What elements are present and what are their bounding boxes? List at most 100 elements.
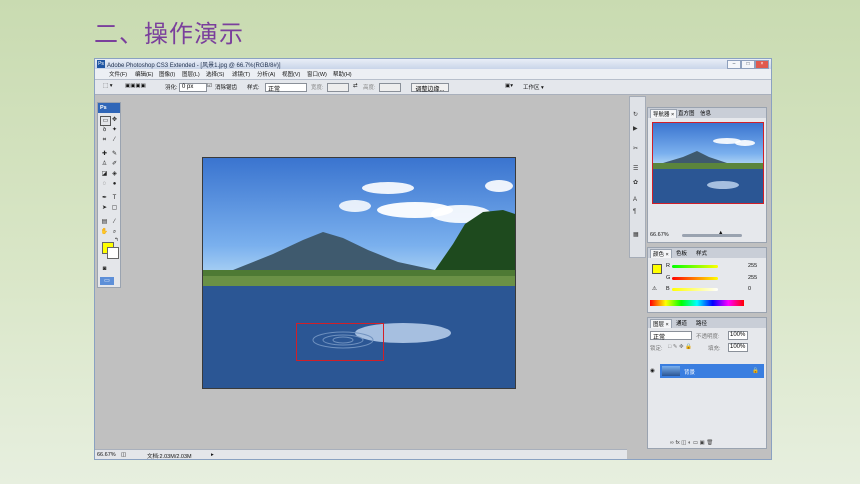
maximize-button[interactable]: □ [741,60,755,69]
tab-layers[interactable]: 图层 × [650,319,672,328]
eyedropper-icon[interactable]: ⁄ [110,136,119,144]
navigator-thumbnail[interactable] [652,122,764,204]
navigator-zoom[interactable]: 66.67% [650,232,669,238]
healing-icon[interactable]: ✚ [100,150,109,158]
color-spectrum-bar[interactable] [650,300,744,306]
dodge-icon[interactable]: ● [110,180,119,188]
color-tabs: 颜色 × 色板 样式 [648,248,766,258]
eraser-icon[interactable]: ◪ [100,170,109,178]
character-icon[interactable]: A [633,197,637,203]
navigator-slider-thumb-icon[interactable]: ▲ [718,230,723,236]
navigator-panel: 导航器 × 直方图 信息 66.67% ▲ [647,107,767,243]
actions-icon[interactable]: ▶ [633,125,638,132]
lasso-icon[interactable]: ꝺ [100,126,109,134]
fill-input[interactable]: 100% [728,343,748,352]
hand-icon[interactable]: ✋ [100,228,109,236]
eyedropper2-icon[interactable]: ⁄ [110,218,119,226]
ripple-selection-rect[interactable] [296,323,384,361]
warning-icon[interactable]: ⚠ [652,286,657,292]
menu-edit[interactable]: 编辑(E) [135,70,153,78]
menu-view[interactable]: 视图(V) [282,70,300,78]
menu-image[interactable]: 图像(I) [159,70,175,78]
menu-help[interactable]: 帮助(H) [333,70,352,78]
layer-footer-icons[interactable]: ∞ fx ◫ ◐ ▭ ▣ 🗑 [670,440,713,446]
stamp-icon[interactable]: ♙ [100,160,109,168]
swap-colors-icon[interactable]: ↰ [112,236,121,244]
antialias-checkbox[interactable]: ☑ [207,83,212,89]
close-button[interactable]: × [755,60,769,69]
workspace-button[interactable]: 工作区 ▾ [523,83,544,91]
refine-edge-button[interactable]: 调整边缘... [411,83,449,93]
bridge-icon[interactable]: ▣▾ [505,83,513,89]
quick-mask-icon[interactable]: ◙ [100,265,109,273]
color-g-value[interactable]: 255 [748,275,757,281]
paragraph-icon[interactable]: ¶ [633,209,636,215]
magic-wand-icon[interactable]: ✦ [110,126,119,134]
tab-swatches[interactable]: 色板 [674,249,689,257]
tab-color[interactable]: 颜色 × [650,249,672,258]
marquee-tool-icon[interactable]: ⬚ ▾ [103,83,113,89]
layer-background[interactable]: 背景 🔒 [660,364,764,378]
brushes-icon[interactable]: ☰ [633,165,638,172]
app-logo: Ps [97,60,105,68]
path-select-icon[interactable]: ➤ [100,204,109,212]
tab-paths[interactable]: 路径 [694,319,709,327]
width-label: 宽度: [311,85,324,91]
color-fg-swatch[interactable] [652,264,662,274]
menu-file[interactable]: 文件(F) [109,70,127,78]
crop-icon[interactable]: ⌗ [100,136,109,144]
navigator-zoom-slider[interactable] [682,234,742,237]
height-input[interactable] [379,83,401,92]
style-select[interactable]: 正常 [265,83,307,93]
color-b-slider[interactable] [672,288,718,291]
navigator-tabs: 导航器 × 直方图 信息 [648,108,766,118]
blur-icon[interactable]: ◌ [100,180,109,188]
color-b-value[interactable]: 0 [748,286,751,292]
tab-channels[interactable]: 通道 [674,319,689,327]
menu-layer[interactable]: 图层(L) [182,70,200,78]
color-r-slider[interactable] [672,265,718,268]
tab-navigator[interactable]: 导航器 × [650,109,678,118]
notes-icon[interactable]: ▤ [100,218,109,226]
width-input[interactable] [327,83,349,92]
move-icon[interactable]: ✥ [110,116,119,124]
slide-title: 二、操作演示 [94,20,244,48]
menu-filter[interactable]: 滤镜(T) [232,70,250,78]
swap-icon[interactable]: ⇄ [353,83,358,89]
clone-source-icon[interactable]: ✿ [633,179,638,186]
pen-icon[interactable]: ✒ [100,194,109,202]
menu-analysis[interactable]: 分析(A) [257,70,275,78]
tab-info[interactable]: 信息 [698,109,713,117]
feather-input[interactable]: 0 px [179,83,207,92]
lock-icons[interactable]: □ ✎ ✥ 🔒 [668,344,692,350]
status-zoom[interactable]: 66.67% [97,452,116,458]
screen-mode-icon[interactable]: ▭ [100,277,114,285]
status-bar: 66.67% ◫ 文档:2.03M/2.03M ▸ [95,449,627,459]
shape-icon[interactable]: ▢ [110,204,119,212]
antialias-label: 消除锯齿 [215,85,238,91]
selection-mode-icons[interactable]: ▣▣▣▣ [125,83,146,89]
color-r-value[interactable]: 255 [748,263,757,269]
minimize-button[interactable]: – [727,60,741,69]
zoom-icon[interactable]: ⌕ [110,228,119,236]
bucket-icon[interactable]: ◈ [110,170,119,178]
history-icon[interactable]: ↻ [633,111,638,118]
visibility-eye-icon[interactable]: ◉ [650,368,655,374]
menu-window[interactable]: 窗口(W) [307,70,327,78]
tab-histogram[interactable]: 直方图 [676,109,697,117]
type-icon[interactable]: T [110,194,119,202]
menu-select[interactable]: 选择(S) [206,70,224,78]
title-bar: Ps Adobe Photoshop CS3 Extended - [风景1.j… [95,59,771,69]
blend-mode-select[interactable]: 正常 [650,331,692,341]
tool-presets-icon[interactable]: ✂ [633,145,638,152]
brush-icon[interactable]: ✎ [110,150,119,158]
background-color-swatch[interactable] [107,247,119,259]
history-brush-icon[interactable]: ✐ [110,160,119,168]
status-arrow-icon[interactable]: ▸ [211,452,214,458]
color-g-slider[interactable] [672,277,718,280]
layer-comps-icon[interactable]: ▦ [633,231,639,238]
document-canvas[interactable] [202,157,516,389]
opacity-input[interactable]: 100% [728,331,748,340]
options-bar: ⬚ ▾ ▣▣▣▣ 羽化: 0 px ☑ 消除锯齿 样式: 正常 宽度: ⇄ 高度… [95,80,771,95]
tab-styles[interactable]: 样式 [694,249,709,257]
